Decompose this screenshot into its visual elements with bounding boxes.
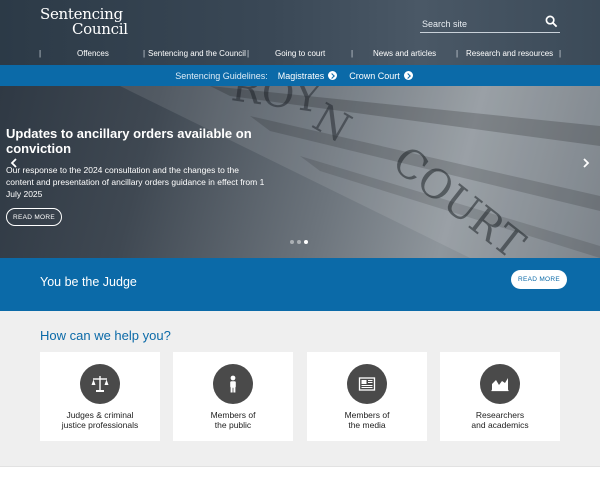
card-icon-circle <box>480 364 520 404</box>
crown-court-link[interactable]: Crown Court <box>349 71 413 81</box>
site-logo[interactable]: Sentencing Council <box>40 7 128 37</box>
card-media-label: Members of the media <box>344 410 390 430</box>
hero-body: Our response to the 2024 consultation an… <box>6 165 265 199</box>
card-public[interactable]: Members of the public <box>173 352 293 441</box>
logo-line-2: Council <box>72 20 128 38</box>
card-media[interactable]: Members of the media <box>307 352 427 441</box>
magistrates-link-label: Magistrates <box>277 70 325 81</box>
chevron-left-icon[interactable] <box>9 158 19 168</box>
hero-carousel: ROY N COURT Updates to ancillary orders … <box>0 86 600 258</box>
main-nav: | Offences | Sentencing and the Council … <box>0 47 600 61</box>
chevron-right-circle-icon <box>403 71 413 80</box>
carousel-dot[interactable] <box>290 240 294 244</box>
judge-title[interactable]: You be the Judge <box>40 275 137 289</box>
site-header: Sentencing Council | Offences | Sentenci… <box>0 0 600 65</box>
card-judges-label: Judges & criminal justice professionals <box>61 410 139 430</box>
card-icon-circle <box>80 364 120 404</box>
page-footer-edge <box>0 466 600 480</box>
guidelines-label: Sentencing Guidelines: <box>175 70 268 81</box>
card-icon-circle <box>213 364 253 404</box>
person-icon <box>230 375 236 393</box>
nav-item-sentencing-council[interactable]: Sentencing and the Council <box>148 47 246 61</box>
help-section: How can we help you? Judges & criminal j… <box>0 311 600 466</box>
nav-separator: | <box>456 49 459 58</box>
nav-item-research-resources[interactable]: Research and resources <box>466 47 553 61</box>
nav-item-going-to-court[interactable]: Going to court <box>275 47 325 61</box>
carousel-dots <box>290 240 308 244</box>
carousel-dot[interactable] <box>297 240 301 244</box>
chevron-right-icon[interactable] <box>581 158 591 168</box>
magistrates-link[interactable]: Magistrates <box>278 71 338 81</box>
help-title: How can we help you? <box>40 328 171 343</box>
card-judges[interactable]: Judges & criminal justice professionals <box>40 352 160 441</box>
search-box <box>420 13 560 33</box>
judge-read-more-button[interactable]: Read more <box>511 270 567 289</box>
card-researchers[interactable]: Researchers and academics <box>440 352 560 441</box>
search-icon[interactable] <box>545 15 558 28</box>
search-input[interactable] <box>422 16 538 32</box>
newspaper-icon <box>358 377 376 391</box>
hero-title: Updates to ancillary orders available on… <box>6 126 252 156</box>
crown-court-link-label: Crown Court <box>349 70 400 81</box>
card-researchers-label: Researchers and academics <box>471 410 529 430</box>
nav-separator: | <box>39 49 42 58</box>
nav-item-news-articles[interactable]: News and articles <box>373 47 436 61</box>
card-public-label: Members of the public <box>210 410 256 430</box>
nav-separator: | <box>143 49 146 58</box>
hero-read-more-button[interactable]: Read more <box>6 208 62 226</box>
carousel-dot-active[interactable] <box>304 240 308 244</box>
nav-separator: | <box>559 49 562 58</box>
nav-separator: | <box>247 49 250 58</box>
scales-icon <box>91 376 109 392</box>
chevron-right-circle-icon <box>328 71 338 80</box>
judge-band: You be the Judge Read more <box>0 258 600 311</box>
chart-icon <box>491 378 509 392</box>
guidelines-bar: Sentencing Guidelines: Magistrates Crown… <box>0 65 600 86</box>
nav-separator: | <box>351 49 354 58</box>
card-icon-circle <box>347 364 387 404</box>
nav-item-offences[interactable]: Offences <box>77 47 109 61</box>
